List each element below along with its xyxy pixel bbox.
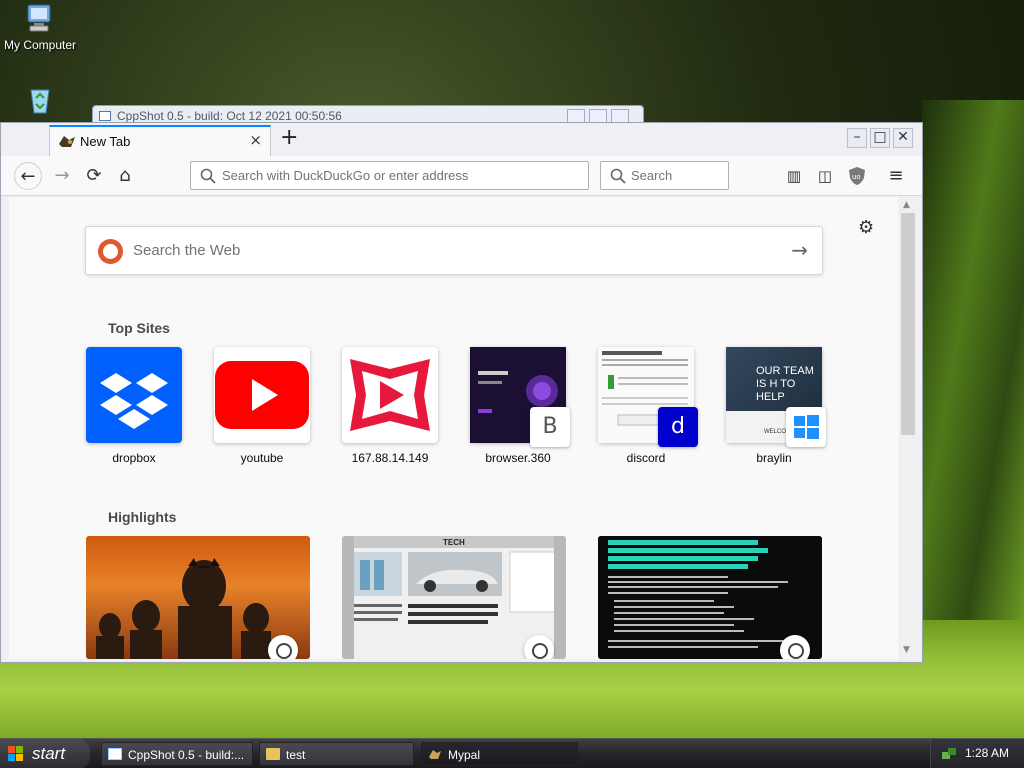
- browser-favicon-icon: [58, 134, 76, 148]
- tab-new-tab[interactable]: New Tab ×: [49, 125, 271, 156]
- top-site-label: browser.360: [485, 451, 551, 465]
- address-bar[interactable]: Search with DuckDuckGo or enter address: [190, 161, 589, 190]
- top-site-browser-360[interactable]: B browser.360: [470, 347, 570, 465]
- windows-logo-icon: [786, 407, 826, 447]
- ublock-icon[interactable]: uo: [843, 162, 871, 190]
- tech-heading: TECH: [443, 538, 465, 547]
- discord-thumbnail: d: [598, 347, 698, 447]
- top-site-discord[interactable]: d discord: [598, 347, 698, 465]
- video-player-icon: [342, 347, 438, 443]
- home-icon[interactable]: ⌂: [111, 162, 139, 190]
- library-icon[interactable]: ▥: [780, 162, 808, 190]
- top-site-167-88-14-149[interactable]: 167.88.14.149: [342, 347, 438, 465]
- search-bar-placeholder: Search: [631, 168, 673, 183]
- navigation-toolbar: ← → ⟳ ⌂ Search with DuckDuckGo or enter …: [1, 156, 922, 196]
- top-site-label: braylin: [756, 451, 792, 465]
- desktop-icon-recycle-bin[interactable]: [0, 84, 80, 120]
- web-search-placeholder: Search the Web: [133, 242, 241, 259]
- top-site-label: youtube: [240, 451, 284, 465]
- arrow-right-icon[interactable]: →: [791, 238, 808, 262]
- search-icon: [610, 168, 626, 184]
- settings-gear-icon[interactable]: ⚙: [858, 217, 874, 238]
- desktop-wallpaper-grass-right: [922, 100, 1024, 620]
- clock-icon: [268, 635, 298, 659]
- new-tab-button[interactable]: +: [280, 125, 298, 150]
- discord-badge: d: [658, 407, 698, 447]
- tab-strip: New Tab × + – □ ✕: [1, 123, 922, 156]
- network-icon[interactable]: [941, 746, 957, 765]
- taskbar-button-label: CppShot 0.5 - build:...: [128, 748, 245, 762]
- browser-360-badge: B: [530, 407, 570, 447]
- desktop-icon-my-computer[interactable]: My Computer: [0, 2, 80, 52]
- tab-label: New Tab: [80, 134, 131, 149]
- maximize-button[interactable]: [589, 109, 607, 123]
- dropbox-icon: [86, 347, 182, 443]
- taskbar-button-label: Mypal: [448, 748, 481, 762]
- top-site-label: dropbox: [112, 451, 156, 465]
- mypal-icon: [428, 748, 442, 760]
- top-sites-heading: Top Sites: [108, 320, 170, 336]
- clock-icon: [524, 635, 554, 659]
- svg-text:uo: uo: [852, 173, 861, 181]
- taskbar-button-cppshot[interactable]: CppShot 0.5 - build:...: [101, 742, 253, 766]
- maximize-window-button[interactable]: □: [870, 128, 890, 148]
- system-tray: 1:28 AM: [930, 739, 1024, 768]
- sidebar-icon[interactable]: ◫: [811, 162, 839, 190]
- taskbar: start CppShot 0.5 - build:... test Mypal…: [0, 738, 1024, 768]
- menu-icon[interactable]: ≡: [882, 162, 910, 190]
- clock[interactable]: 1:28 AM: [965, 746, 1009, 760]
- windows-flag-icon: [8, 746, 23, 761]
- top-site-braylin[interactable]: OUR TEAM IS H TO HELP WELCOME braylin: [726, 347, 826, 465]
- desktop-icon-label: My Computer: [3, 38, 77, 52]
- start-button[interactable]: start: [0, 739, 90, 768]
- scroll-up-icon[interactable]: ▲: [903, 200, 910, 210]
- back-icon[interactable]: ←: [14, 162, 42, 190]
- top-site-label: discord: [626, 451, 666, 465]
- browser-window: New Tab × + – □ ✕ ← → ⟳ ⌂ Search with Du…: [0, 122, 923, 663]
- forward-icon[interactable]: →: [48, 162, 76, 190]
- search-bar[interactable]: Search: [600, 161, 729, 190]
- browser-360-thumbnail: B: [470, 347, 570, 447]
- window-app-icon: [108, 748, 122, 760]
- vertical-scrollbar[interactable]: ▲ ▼: [899, 197, 917, 659]
- window-app-icon: [99, 111, 111, 121]
- highlight-card-tech[interactable]: TECH: [342, 536, 566, 659]
- highlights-heading: Highlights: [108, 509, 177, 525]
- taskbar-button-label: test: [286, 748, 306, 762]
- taskbar-button-mypal[interactable]: Mypal: [421, 742, 578, 766]
- folder-icon: [266, 748, 280, 760]
- duckduckgo-icon: [98, 239, 123, 264]
- reload-icon[interactable]: ⟳: [80, 162, 108, 190]
- braylin-thumbnail: OUR TEAM IS H TO HELP WELCOME: [726, 347, 826, 447]
- highlight-card-batman[interactable]: [86, 536, 310, 659]
- address-bar-placeholder: Search with DuckDuckGo or enter address: [222, 168, 469, 183]
- start-label: start: [32, 744, 66, 763]
- top-site-youtube[interactable]: youtube: [214, 347, 310, 465]
- top-site-label: 167.88.14.149: [351, 451, 429, 465]
- computer-icon: [24, 2, 56, 34]
- top-site-dropbox[interactable]: dropbox: [86, 347, 182, 465]
- clock-icon: [780, 635, 810, 659]
- braylin-thumbnail-text: OUR TEAM IS H TO HELP: [756, 365, 814, 403]
- minimize-button[interactable]: [567, 109, 585, 123]
- youtube-icon: [214, 347, 310, 443]
- taskbar-button-test[interactable]: test: [259, 742, 414, 766]
- recycle-bin-icon: [24, 84, 56, 116]
- new-tab-page: ⚙ Search the Web → Top Sites dropbox you…: [9, 197, 898, 659]
- scrollbar-thumb[interactable]: [901, 213, 915, 435]
- background-window-title: CppShot 0.5 - build: Oct 12 2021 00:50:5…: [117, 109, 342, 123]
- scroll-down-icon[interactable]: ▼: [903, 645, 910, 655]
- highlight-card-blocked-page[interactable]: [598, 536, 822, 659]
- close-window-button[interactable]: ✕: [893, 128, 913, 148]
- minimize-window-button[interactable]: –: [847, 128, 867, 148]
- close-tab-icon[interactable]: ×: [249, 131, 262, 149]
- close-button[interactable]: [611, 109, 629, 123]
- web-search-box[interactable]: Search the Web →: [85, 226, 823, 275]
- search-icon: [200, 168, 216, 184]
